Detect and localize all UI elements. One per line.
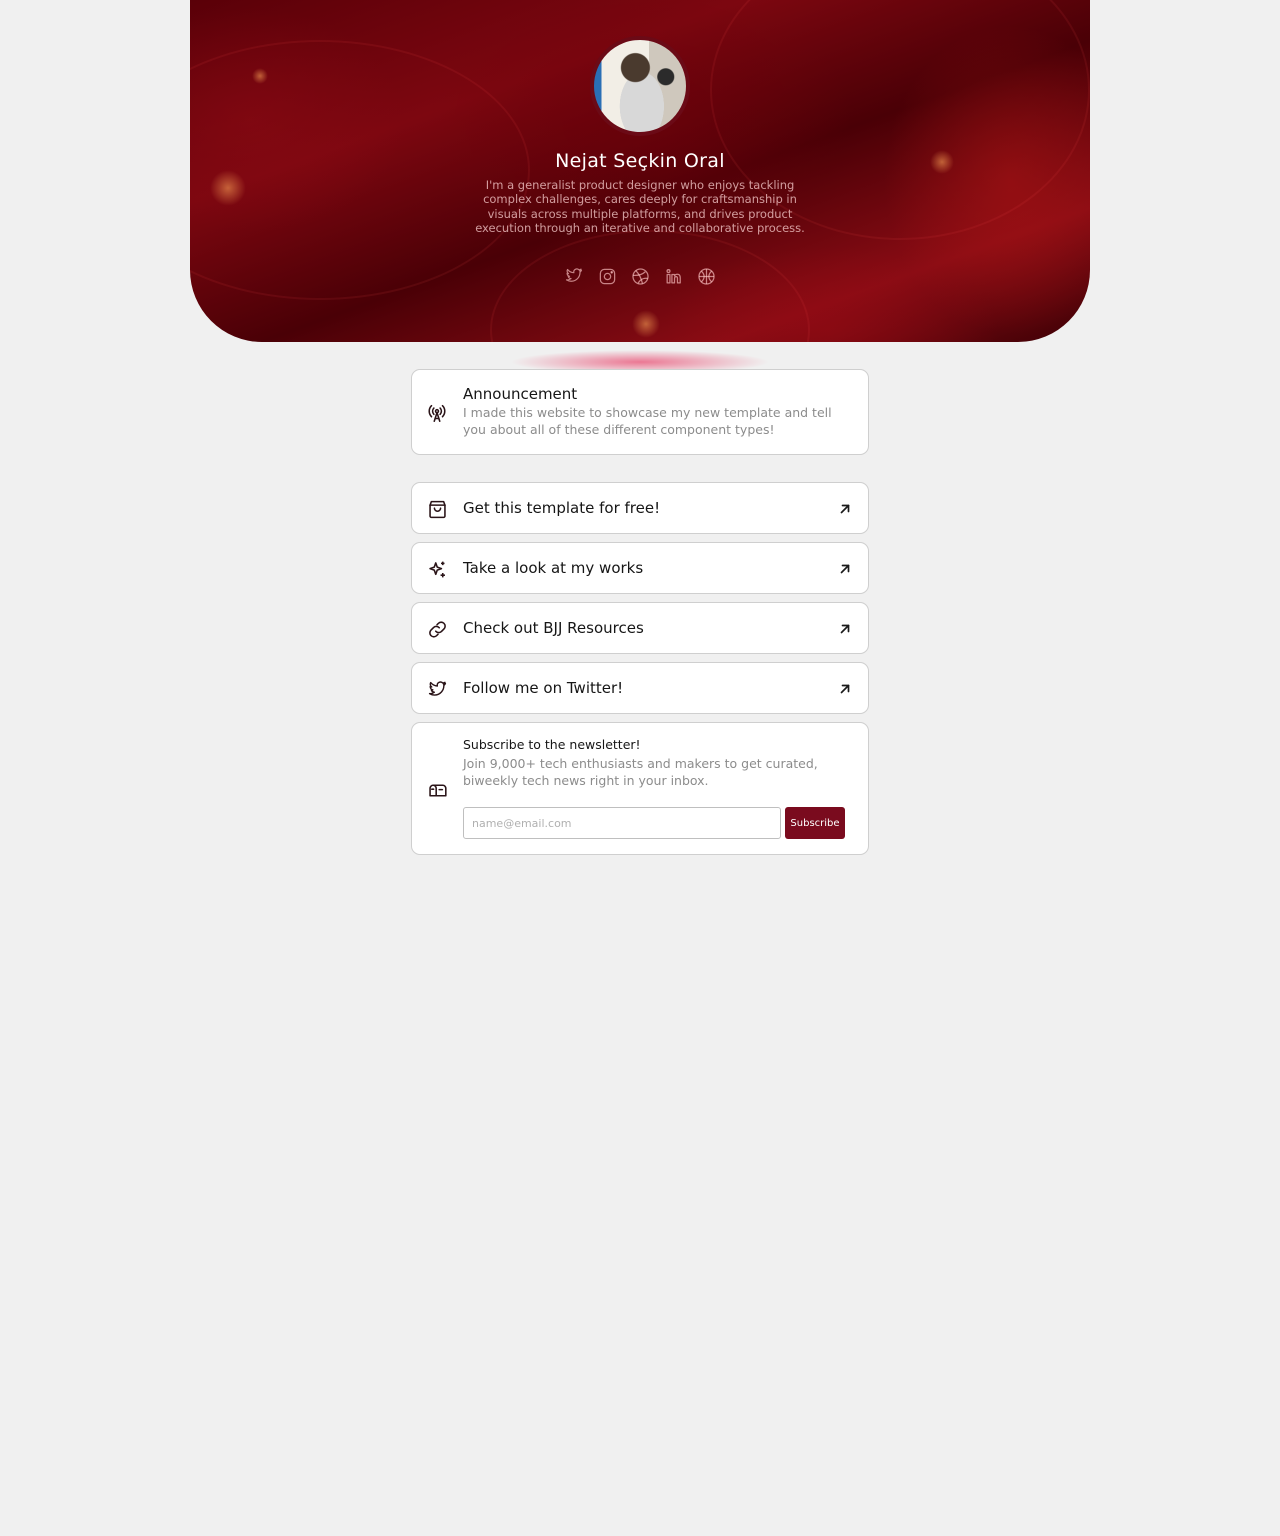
- announcement-card: Announcement I made this website to show…: [411, 369, 869, 455]
- arrow-up-right-icon: [840, 684, 850, 694]
- subscribe-button[interactable]: Subscribe: [785, 807, 845, 839]
- profile-name: Nejat Seçkin Oral: [555, 150, 725, 172]
- announcement-title: Announcement: [463, 385, 578, 403]
- newsletter-card: Subscribe to the newsletter! Join 9,000+…: [411, 722, 869, 855]
- broadcast-icon: [426, 402, 448, 424]
- newsletter-title: Subscribe to the newsletter!: [463, 737, 641, 752]
- newsletter-text: Join 9,000+ tech enthusiasts and makers …: [463, 756, 818, 788]
- profile-header: Nejat Seçkin Oral I'm a generalist produ…: [190, 0, 1090, 342]
- mailbox-icon: [426, 779, 448, 801]
- instagram-icon[interactable]: [597, 264, 617, 288]
- social-links: [190, 264, 1090, 288]
- link-label: Check out BJJ Resources: [463, 619, 644, 637]
- profile-bio: I'm a generalist product designer who en…: [475, 178, 805, 236]
- linkedin-icon[interactable]: [663, 264, 683, 288]
- email-field[interactable]: [463, 807, 781, 839]
- shopping-bag-icon: [426, 498, 448, 520]
- link-card-twitter[interactable]: Follow me on Twitter!: [411, 662, 869, 714]
- avatar: [590, 36, 690, 136]
- arrow-up-right-icon: [840, 564, 850, 574]
- link-label: Take a look at my works: [463, 559, 644, 577]
- twitter-icon[interactable]: [564, 264, 584, 288]
- link-label: Get this template for free!: [463, 499, 661, 517]
- sparkles-icon: [426, 558, 448, 580]
- link-card-bjj[interactable]: Check out BJJ Resources: [411, 602, 869, 654]
- basketball-icon[interactable]: [696, 264, 716, 288]
- link-label: Follow me on Twitter!: [463, 679, 624, 697]
- twitter-icon: [426, 678, 448, 700]
- link-card-works[interactable]: Take a look at my works: [411, 542, 869, 594]
- dribbble-icon[interactable]: [630, 264, 650, 288]
- announcement-text: I made this website to showcase my new t…: [463, 405, 832, 437]
- link-card-template[interactable]: Get this template for free!: [411, 482, 869, 534]
- arrow-up-right-icon: [840, 504, 850, 514]
- arrow-up-right-icon: [840, 624, 850, 634]
- link-icon: [426, 618, 448, 640]
